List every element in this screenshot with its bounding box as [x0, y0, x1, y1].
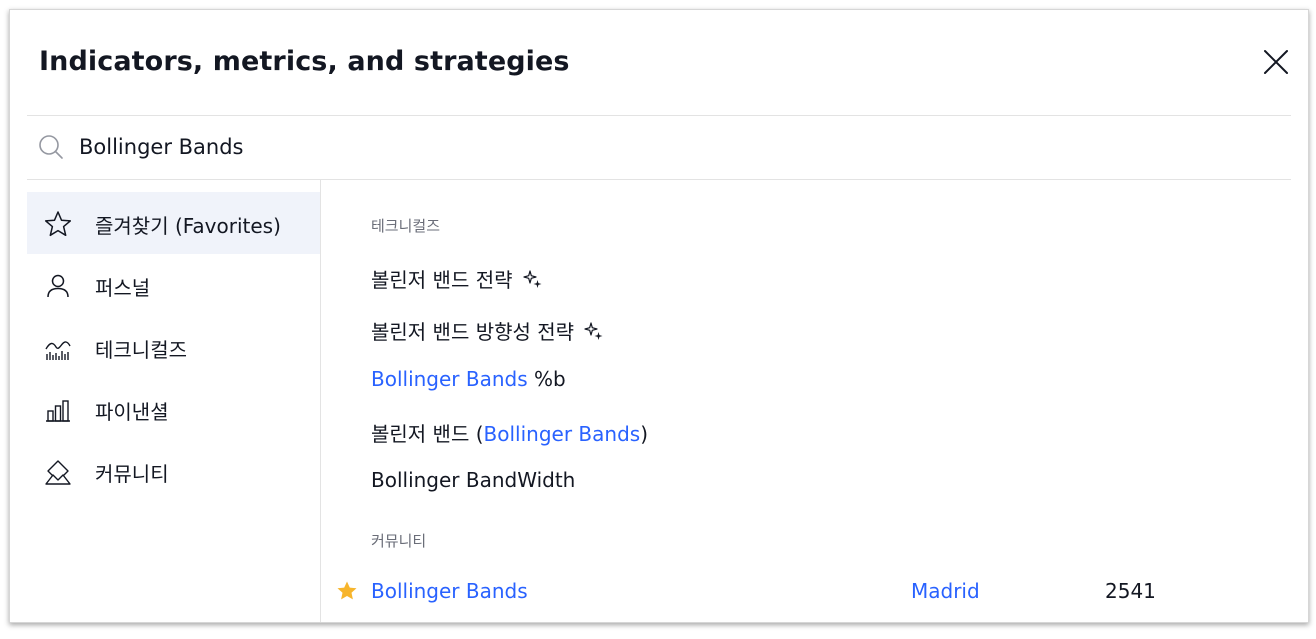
bar-chart-icon	[46, 400, 70, 422]
result-row[interactable]: Bollinger BandWidth	[321, 458, 1281, 502]
sidebar-item-label: 테크니컬즈	[95, 338, 187, 362]
dialog-header: Indicators, metrics, and strategies	[10, 10, 1308, 115]
results-panel: 테크니컬즈 볼린저 밴드 전략 볼린저 밴드 방향성 전략 Bollinger …	[321, 180, 1308, 622]
result-title: Bollinger BandWidth	[371, 468, 576, 492]
strategy-sparkle-icon	[584, 321, 603, 340]
search-icon	[39, 135, 63, 159]
dialog-title: Indicators, metrics, and strategies	[39, 46, 570, 77]
result-row[interactable]: 볼린저 밴드 (Bollinger Bands)	[321, 408, 1281, 452]
community-icon	[45, 460, 71, 485]
section-header-community: 커뮤니티	[371, 532, 427, 550]
close-button[interactable]	[1260, 46, 1292, 78]
result-name-suffix: %b	[527, 367, 566, 391]
result-name-prefix: 볼린저 밴드 (	[371, 422, 484, 446]
sidebar-item-community[interactable]: 커뮤니티	[27, 440, 320, 502]
search-bar	[27, 116, 1291, 179]
search-input[interactable]	[79, 128, 779, 166]
result-name: Bollinger Bands	[371, 579, 528, 603]
result-title: 볼린저 밴드 전략	[371, 264, 544, 293]
result-title: 볼린저 밴드 (Bollinger Bands)	[371, 418, 648, 447]
sidebar-item-label: 즐겨찾기 (Favorites)	[95, 214, 281, 238]
result-author[interactable]: Madrid	[911, 579, 980, 603]
sidebar-item-technicals[interactable]: 테크니컬즈	[27, 316, 320, 378]
result-name: 볼린저 밴드 전략	[371, 268, 513, 292]
result-row[interactable]: 볼린저 밴드 전략	[321, 254, 1281, 298]
result-title: 볼린저 밴드 방향성 전략	[371, 316, 605, 345]
star-outline-icon	[44, 211, 72, 237]
strategy-sparkle-icon	[522, 269, 542, 288]
category-sidebar: 즐겨찾기 (Favorites) 퍼스널 테크니컬즈 파이낸셜 커뮤니티	[27, 180, 321, 622]
sidebar-item-label: 커뮤니티	[95, 462, 169, 486]
person-icon	[47, 274, 69, 298]
result-row[interactable]: Bollinger Bands Madrid 2541	[321, 569, 1281, 613]
indicators-dialog: Indicators, metrics, and strategies 즐겨찾기…	[9, 9, 1309, 623]
close-icon	[1264, 50, 1288, 74]
result-name-highlight: Bollinger Bands	[483, 422, 641, 446]
sidebar-item-label: 파이낸셜	[95, 400, 169, 424]
result-name: 볼린저 밴드 방향성 전략	[371, 320, 575, 344]
sidebar-item-favorites[interactable]: 즐겨찾기 (Favorites)	[27, 192, 320, 254]
sidebar-item-label: 퍼스널	[95, 276, 151, 300]
result-name-highlight: Bollinger Bands	[371, 367, 528, 391]
result-title: Bollinger Bands %b	[371, 367, 566, 391]
sidebar-item-personal[interactable]: 퍼스널	[27, 254, 320, 316]
result-name-suffix: )	[640, 422, 648, 446]
technicals-chart-icon	[45, 341, 71, 360]
result-row[interactable]: Bollinger Bands %b	[321, 357, 1281, 401]
favorite-star-icon[interactable]	[336, 580, 358, 602]
section-header-technicals: 테크니컬즈	[371, 217, 441, 235]
sidebar-item-financials[interactable]: 파이낸셜	[27, 378, 320, 440]
result-likes: 2541	[1105, 579, 1156, 603]
result-row[interactable]: 볼린저 밴드 방향성 전략	[321, 306, 1281, 350]
